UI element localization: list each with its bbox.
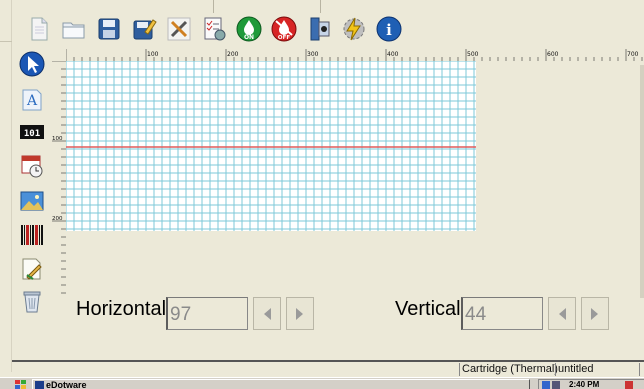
- ink-on-button[interactable]: ON: [233, 14, 264, 44]
- print-preview-icon: [310, 17, 329, 41]
- ruler-label: 100: [147, 51, 159, 58]
- divider: [213, 0, 214, 13]
- settings-button[interactable]: [198, 14, 229, 44]
- svg-text:A: A: [26, 93, 38, 109]
- preview-button[interactable]: [303, 14, 334, 44]
- edit-object-tool-button[interactable]: [18, 255, 46, 283]
- ruler-label: 400: [387, 51, 399, 58]
- arrow-right-icon: [591, 307, 598, 320]
- design-grid[interactable]: [66, 61, 476, 231]
- delete-trash-icon: [23, 291, 41, 313]
- open-button[interactable]: [58, 14, 89, 44]
- vertical-ruler: 100 200: [52, 61, 66, 294]
- ruler-label: 200: [227, 51, 239, 58]
- tool-palette: A 101: [12, 49, 52, 319]
- vertical-increment-button[interactable]: [581, 297, 609, 330]
- flash-button[interactable]: [338, 14, 369, 44]
- info-icon: i: [376, 16, 401, 42]
- date-time-tool-button[interactable]: [18, 152, 46, 180]
- horizontal-input[interactable]: 97: [166, 297, 248, 330]
- tools-button[interactable]: [163, 14, 194, 44]
- text-tool-icon: A: [22, 89, 42, 111]
- ink-off-button[interactable]: OFF: [268, 14, 299, 44]
- tools-icon: [167, 17, 190, 41]
- tray-icon[interactable]: [542, 381, 550, 389]
- vertical-input[interactable]: 44: [461, 297, 543, 330]
- image-tool-icon: [20, 191, 44, 211]
- ruler-label: 500: [467, 51, 479, 58]
- save-as-button[interactable]: [128, 14, 159, 44]
- arrow-left-icon: [559, 307, 566, 320]
- barcode-tool-icon: [21, 225, 43, 245]
- ruler-label: 200: [52, 216, 63, 222]
- counter-tool-button[interactable]: 101: [18, 118, 46, 146]
- taskbar-app-button[interactable]: eDotware: [32, 379, 530, 389]
- select-tool-button[interactable]: [18, 50, 46, 78]
- tray-icon[interactable]: [552, 381, 560, 389]
- start-icon[interactable]: [14, 379, 28, 389]
- flash-settings-icon: [343, 17, 364, 41]
- main-toolbar: ON OFF i: [12, 13, 644, 45]
- image-tool-button[interactable]: [18, 187, 46, 215]
- vertical-decrement-button[interactable]: [548, 297, 576, 330]
- app-window: ON OFF i A 101 100 200 300 400 500 600 7…: [0, 0, 644, 389]
- settings-checklist-icon: [204, 17, 225, 41]
- new-document-icon: [31, 17, 47, 41]
- horizontal-label: Horizontal: [76, 298, 167, 320]
- ruler-label: 300: [307, 51, 319, 58]
- select-arrow-icon: [19, 51, 45, 77]
- arrow-right-icon: [296, 307, 303, 320]
- svg-text:ON: ON: [243, 34, 253, 41]
- tray-icon[interactable]: [625, 381, 633, 389]
- arrow-left-icon: [264, 307, 271, 320]
- horizontal-decrement-button[interactable]: [253, 297, 281, 330]
- taskbar-app-title: eDotware: [46, 380, 87, 389]
- counter-tool-icon: 101: [20, 125, 44, 139]
- info-button[interactable]: i: [373, 14, 404, 44]
- open-folder-icon: [62, 22, 84, 39]
- svg-text:OFF: OFF: [277, 35, 289, 41]
- svg-text:101: 101: [24, 129, 40, 139]
- system-tray: 2:40 PM: [538, 379, 644, 389]
- app-icon: [35, 381, 44, 389]
- cartridge-status: Cartridge (Thermal): [462, 363, 558, 375]
- ruler-label: 100: [52, 136, 63, 142]
- barcode-tool-button[interactable]: [18, 221, 46, 249]
- vertical-label: Vertical: [395, 298, 461, 320]
- divider: [320, 0, 321, 13]
- ruler-label: 600: [547, 51, 559, 58]
- save-icon: [98, 18, 119, 40]
- label-canvas[interactable]: 100 200 300 400 500 600 700 100 200: [52, 49, 644, 298]
- save-as-icon: [133, 19, 157, 40]
- clock: 2:40 PM: [569, 380, 600, 389]
- file-name-status: untitled: [558, 363, 594, 375]
- save-button[interactable]: [93, 14, 124, 44]
- delete-tool-button[interactable]: [18, 288, 46, 316]
- ink-off-icon: OFF: [271, 16, 296, 42]
- vertical-scrollbar[interactable]: [640, 65, 644, 298]
- status-bar: Cartridge (Thermal) untitled: [12, 362, 644, 377]
- edit-object-icon: [22, 258, 42, 280]
- date-time-tool-icon: [21, 155, 43, 178]
- text-tool-button[interactable]: A: [18, 85, 46, 113]
- os-taskbar: eDotware 2:40 PM: [0, 377, 644, 389]
- horizontal-ruler: 100 200 300 400 500 600 700: [66, 49, 643, 61]
- new-document-button[interactable]: [23, 14, 54, 44]
- horizontal-increment-button[interactable]: [286, 297, 314, 330]
- position-controls: Horizontal 97 Vertical 44: [52, 296, 644, 332]
- svg-text:i: i: [386, 21, 392, 39]
- ruler-label: 700: [627, 51, 639, 58]
- background-window-edge: [0, 0, 12, 372]
- ink-on-icon: ON: [236, 16, 261, 42]
